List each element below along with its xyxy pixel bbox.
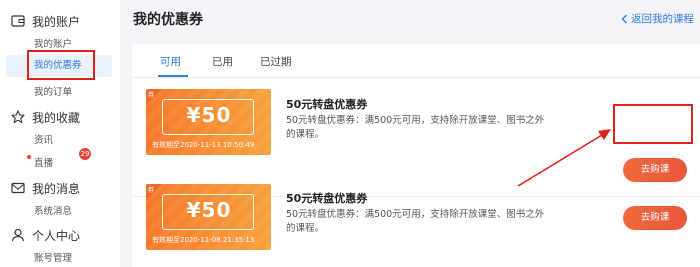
tab-bar: 可用 已用 已过期	[132, 44, 700, 78]
coupon-ticket: 券 ¥50 有效期至2020-11-13 10:50:49	[146, 89, 271, 155]
coupon-ticket: 券 ¥50 有效期至2020-11-08 21:35:13	[146, 184, 271, 250]
sidebar-section-favorites[interactable]: 我的收藏	[10, 108, 80, 126]
page-title: 我的优惠券	[133, 12, 203, 28]
back-to-courses-link[interactable]: 返回我的课程	[621, 11, 694, 26]
sidebar-item-live[interactable]: 直播	[34, 155, 53, 169]
sidebar-section-profile[interactable]: 个人中心	[10, 226, 80, 244]
tab-used[interactable]: 已用	[212, 54, 233, 69]
messages-badge: 29	[79, 148, 91, 160]
sidebar-section-favorites-title: 我的收藏	[32, 110, 81, 125]
coupon-title: 50元转盘优惠券	[286, 98, 368, 111]
buy-course-button[interactable]: 去购课	[623, 158, 687, 182]
coupon-expiry: 有效期至2020-11-13 10:50:49	[152, 141, 255, 149]
wallet-icon	[10, 13, 26, 29]
coupon-price-box: ¥50	[162, 99, 254, 135]
sidebar: 我的账户 我的账户 我的优惠券 我的订单 我的收藏 资讯 直播 我的消息 系统消…	[0, 0, 120, 267]
back-link-label: 返回我的课程	[631, 13, 694, 25]
sidebar-item-news[interactable]: 资讯	[34, 132, 53, 146]
unread-dot	[27, 155, 31, 159]
annotation-highlight-box	[27, 50, 95, 80]
coupon-panel: 可用 已用 已过期 券 ¥50 有效期至2020-11-13 10:50:49 …	[132, 44, 700, 267]
coupon-expiry: 有效期至2020-11-08 21:35:13	[152, 236, 255, 244]
tab-expired[interactable]: 已过期	[260, 54, 292, 69]
coupon-price: ¥50	[186, 198, 232, 222]
coupon-corner-label: 券	[148, 187, 155, 194]
coupon-corner-label: 券	[148, 92, 155, 99]
coupon-title: 50元转盘优惠券	[286, 192, 368, 205]
tab-active-indicator	[158, 75, 188, 77]
tab-available[interactable]: 可用	[160, 54, 181, 69]
sidebar-section-account[interactable]: 我的账户	[10, 12, 80, 30]
sidebar-item-my-orders[interactable]: 我的订单	[34, 84, 72, 98]
sidebar-item-account-settings[interactable]: 账号管理	[34, 250, 72, 264]
chevron-left-icon	[621, 14, 628, 24]
coupon-price: ¥50	[186, 103, 232, 127]
star-icon	[10, 109, 26, 125]
sidebar-item-my-account[interactable]: 我的账户	[34, 36, 72, 50]
buy-course-button[interactable]: 去购课	[623, 206, 687, 230]
coupon-description: 50元转盘优惠券：满500元可用，支持除开放课堂、图书之外的课程。	[286, 209, 545, 234]
sidebar-section-profile-title: 个人中心	[32, 228, 81, 243]
coupon-price-box: ¥50	[162, 194, 254, 230]
sidebar-section-messages[interactable]: 我的消息	[10, 179, 80, 197]
sidebar-section-messages-title: 我的消息	[32, 181, 81, 196]
user-icon	[10, 227, 26, 243]
coupon-description: 50元转盘优惠券：满500元可用，支持除开放课堂、图书之外的课程。	[286, 115, 545, 140]
sidebar-section-account-title: 我的账户	[32, 14, 81, 29]
sidebar-item-system-messages[interactable]: 系统消息	[34, 203, 72, 217]
coupon-card: 券 ¥50 有效期至2020-11-08 21:35:13 50元转盘优惠券 5…	[132, 184, 700, 264]
mail-icon	[10, 180, 26, 196]
annotation-highlight-box	[613, 104, 693, 144]
